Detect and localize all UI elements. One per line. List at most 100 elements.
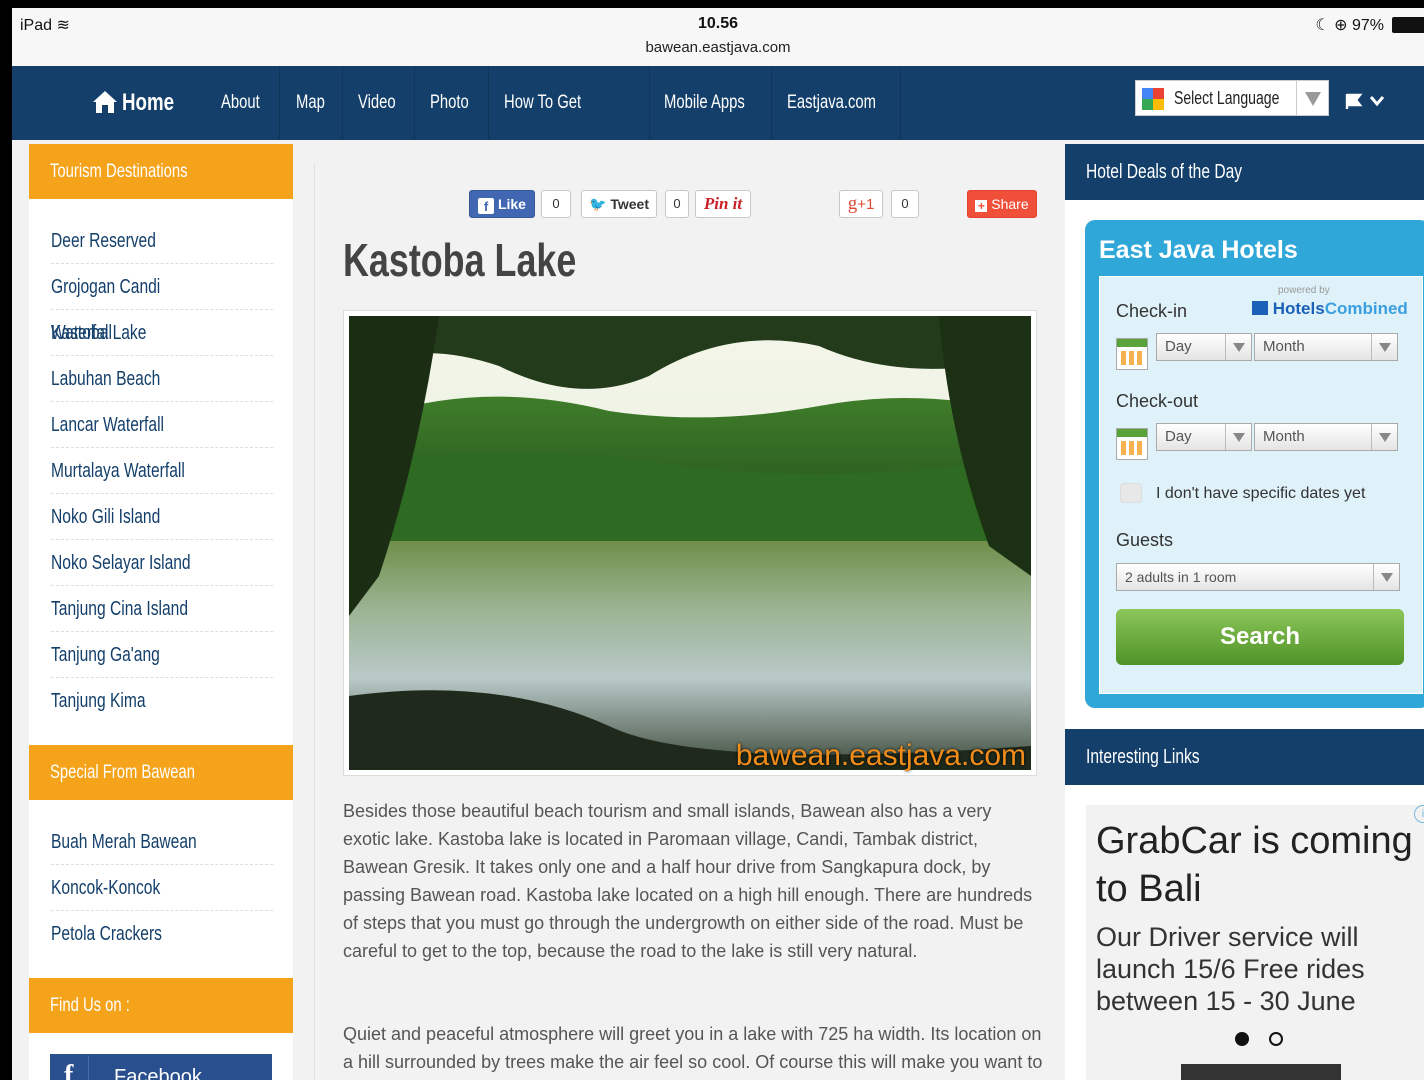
divider [88, 1056, 89, 1080]
facebook-like-button[interactable]: f Like [469, 190, 535, 218]
address-bar[interactable]: bawean.eastjava.com [12, 39, 1424, 56]
checkin-label: Check-in [1116, 301, 1188, 321]
article-paragraph: Besides those beautiful beach tourism an… [343, 801, 1033, 961]
tourism-destinations-heading: Tourism Destinations [29, 144, 293, 199]
hotel-deals-heading: Hotel Deals of the Day [1065, 144, 1424, 200]
list-item[interactable]: Buah Merah Bawean [51, 819, 273, 865]
select-language-dropdown[interactable]: Select Language [1135, 80, 1329, 116]
battery-icon [1392, 17, 1424, 33]
chevron-down-icon [1373, 564, 1399, 590]
hotel-search-widget: East Java Hotels powered by HotelsCombin… [1085, 220, 1424, 708]
google-plus-button[interactable]: g+1 [839, 190, 883, 218]
battery-status: ☾ ⊕ 97% [1315, 17, 1384, 34]
facebook-button[interactable]: f Facebook [50, 1054, 272, 1080]
ad-body: Our Driver service will launch 15/6 Free… [1096, 922, 1365, 1016]
no-dates-label: I don't have specific dates yet [1156, 485, 1366, 502]
nav-home[interactable]: Home [90, 66, 208, 140]
chevron-down-icon [1371, 334, 1397, 360]
lake-photo [349, 316, 1031, 770]
special-from-bawean-heading: Special From Bawean [29, 745, 293, 800]
flag-icon [1345, 93, 1363, 109]
ad-cta-button[interactable] [1181, 1064, 1341, 1080]
checkin-month-select[interactable]: Month [1254, 333, 1398, 361]
right-sidebar: Hotel Deals of the Day East Java Hotels … [1065, 144, 1424, 1080]
facebook-label: Facebook [114, 1066, 202, 1080]
list-item[interactable]: Koncok-Koncok [51, 865, 273, 911]
list-item[interactable]: Labuhan Beach [51, 356, 273, 402]
search-button[interactable]: Search [1116, 609, 1404, 665]
hotel-widget-title: East Java Hotels [1099, 236, 1298, 264]
guests-label: Guests [1116, 530, 1174, 550]
tweet-button[interactable]: 🐦 Tweet [581, 190, 657, 218]
list-item[interactable]: Noko Selayar Island [51, 540, 273, 586]
chevron-down-icon [1225, 334, 1251, 360]
status-bar: iPad ≋ 10.56 bawean.eastjava.com ☾ ⊕ 97% [12, 8, 1424, 66]
list-item[interactable]: Murtalaya Waterfall [51, 448, 273, 494]
plus-icon: + [975, 200, 988, 212]
nav-mobile-apps[interactable]: Mobile Apps [650, 66, 772, 140]
article-image: bawean.eastjava.com [343, 310, 1037, 776]
list-item[interactable]: Tanjung Ga'ang [51, 632, 273, 678]
find-us-heading: Find Us on : [29, 978, 293, 1033]
article-paragraph: Quiet and peaceful atmosphere will greet… [343, 1024, 1043, 1072]
google-translate-icon [1142, 88, 1164, 110]
list-item[interactable]: Petola Crackers [51, 911, 273, 957]
main-navigation: Home About Map Video Photo How To Get Th… [12, 66, 1424, 187]
checkout-day-select[interactable]: Day [1156, 423, 1252, 451]
twitter-icon: 🐦 [589, 196, 607, 212]
checkout-month-select[interactable]: Month [1254, 423, 1398, 451]
chevron-down-icon [1371, 424, 1397, 450]
calendar-icon[interactable] [1116, 338, 1148, 370]
list-item[interactable]: Tanjung Kima [51, 678, 273, 724]
list-item[interactable]: Noko Gili Island [51, 494, 273, 540]
chevron-down-icon [1296, 81, 1328, 115]
select-language-label: Select Language [1174, 88, 1280, 108]
nav-photo[interactable]: Photo [415, 66, 489, 140]
special-from-bawean-list: Buah Merah Bawean Koncok-Koncok Petola C… [51, 819, 273, 957]
powered-by-label: powered by [1278, 285, 1330, 296]
image-watermark: bawean.eastjava.com [735, 739, 1026, 772]
nav-map[interactable]: Map [280, 66, 343, 140]
google-plus-count: 0 [891, 190, 919, 218]
list-item[interactable]: Lancar Waterfall [51, 402, 273, 448]
hotelscombined-logo: HotelsCombined [1252, 299, 1408, 319]
facebook-icon: f [64, 1060, 74, 1080]
hotelscombined-icon [1252, 301, 1268, 315]
tweet-count: 0 [665, 190, 689, 218]
carousel-dot-active[interactable] [1235, 1032, 1249, 1046]
guests-select[interactable]: 2 adults in 1 room [1116, 563, 1400, 591]
checkin-day-select[interactable]: Day [1156, 333, 1252, 361]
ad-headline: GrabCar is coming to Bali [1096, 820, 1413, 910]
no-dates-checkbox[interactable] [1120, 483, 1142, 503]
clock: 10.56 [697, 15, 739, 32]
moon-icon: ☾ [1315, 17, 1330, 34]
like-count: 0 [541, 190, 571, 218]
article-content: f Like 0 🐦 Tweet 0 Pin it g+1 0 + Share … [314, 163, 1062, 1080]
list-item[interactable]: Tanjung Cina Island [51, 586, 273, 632]
rotation-lock-icon: ⊕ [1334, 17, 1348, 34]
interesting-links-heading: Interesting Links [1065, 729, 1424, 785]
tourism-destinations-list: Deer Reserved Grojogan Candi Waterfall K… [51, 218, 273, 724]
chevron-down-icon [1369, 96, 1385, 107]
left-sidebar: Tourism Destinations Deer Reserved Grojo… [29, 144, 293, 1080]
list-item[interactable]: Deer Reserved [51, 218, 273, 264]
nav-about[interactable]: About [208, 66, 280, 140]
nav-how-to-get-there[interactable]: How To Get There [489, 66, 650, 187]
page-title: Kastoba Lake [343, 234, 577, 286]
carousel-dot[interactable] [1269, 1032, 1283, 1046]
facebook-icon: f [478, 198, 495, 214]
nav-video[interactable]: Video [343, 66, 415, 140]
advertisement[interactable]: GrabCar is coming to Bali Our Driver ser… [1086, 805, 1424, 1080]
google-plus-icon: g [847, 193, 858, 214]
home-icon [93, 91, 117, 113]
chevron-down-icon [1225, 424, 1251, 450]
share-button[interactable]: + Share [967, 190, 1037, 218]
language-flag-menu[interactable] [1345, 92, 1386, 115]
nav-eastjava[interactable]: Eastjava.com [772, 66, 901, 140]
browser-viewport: iPad ≋ 10.56 bawean.eastjava.com ☾ ⊕ 97%… [12, 8, 1424, 1080]
hotel-search-form: powered by HotelsCombined Check-in Day M… [1099, 276, 1423, 694]
list-item[interactable]: Grojogan Candi Waterfall [51, 264, 273, 344]
checkout-label: Check-out [1116, 391, 1199, 411]
pin-it-button[interactable]: Pin it [695, 190, 751, 218]
calendar-icon[interactable] [1116, 428, 1148, 460]
